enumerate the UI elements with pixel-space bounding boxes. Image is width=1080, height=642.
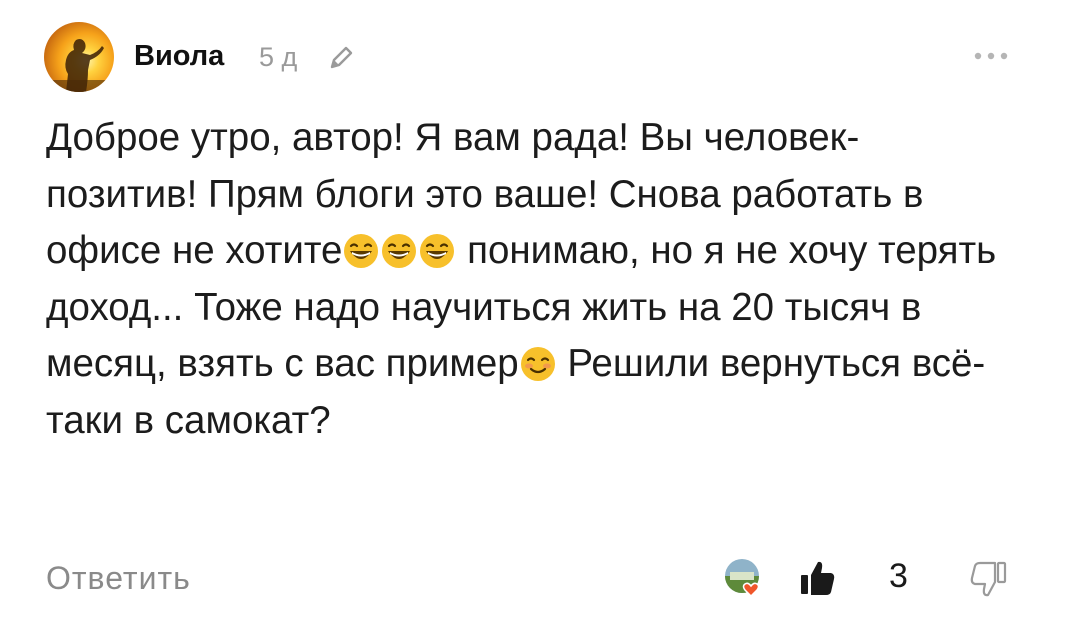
pencil-icon[interactable] (327, 44, 355, 72)
comment-header: Виола 5 д (44, 22, 1034, 92)
smiling-blush-emoji (520, 342, 556, 381)
author-avatar[interactable] (44, 22, 114, 92)
reactor-avatar[interactable] (724, 558, 764, 598)
thumbs-down-icon[interactable] (968, 560, 1008, 600)
grinning-squinting-emoji (343, 229, 379, 268)
grinning-squinting-emoji (381, 229, 417, 268)
more-icon[interactable] (972, 49, 1010, 63)
reply-button[interactable]: Ответить (46, 560, 191, 597)
like-count: 3 (889, 557, 908, 595)
grinning-squinting-emoji (419, 229, 455, 268)
author-name[interactable]: Виола (134, 40, 224, 73)
comment-actions: Ответить 3 (46, 548, 1036, 608)
comment-body: Доброе утро, автор! Я вам рада! Вы челов… (46, 110, 1006, 449)
comment-age: 5 д (259, 42, 298, 72)
thumbs-up-icon[interactable] (798, 558, 838, 598)
